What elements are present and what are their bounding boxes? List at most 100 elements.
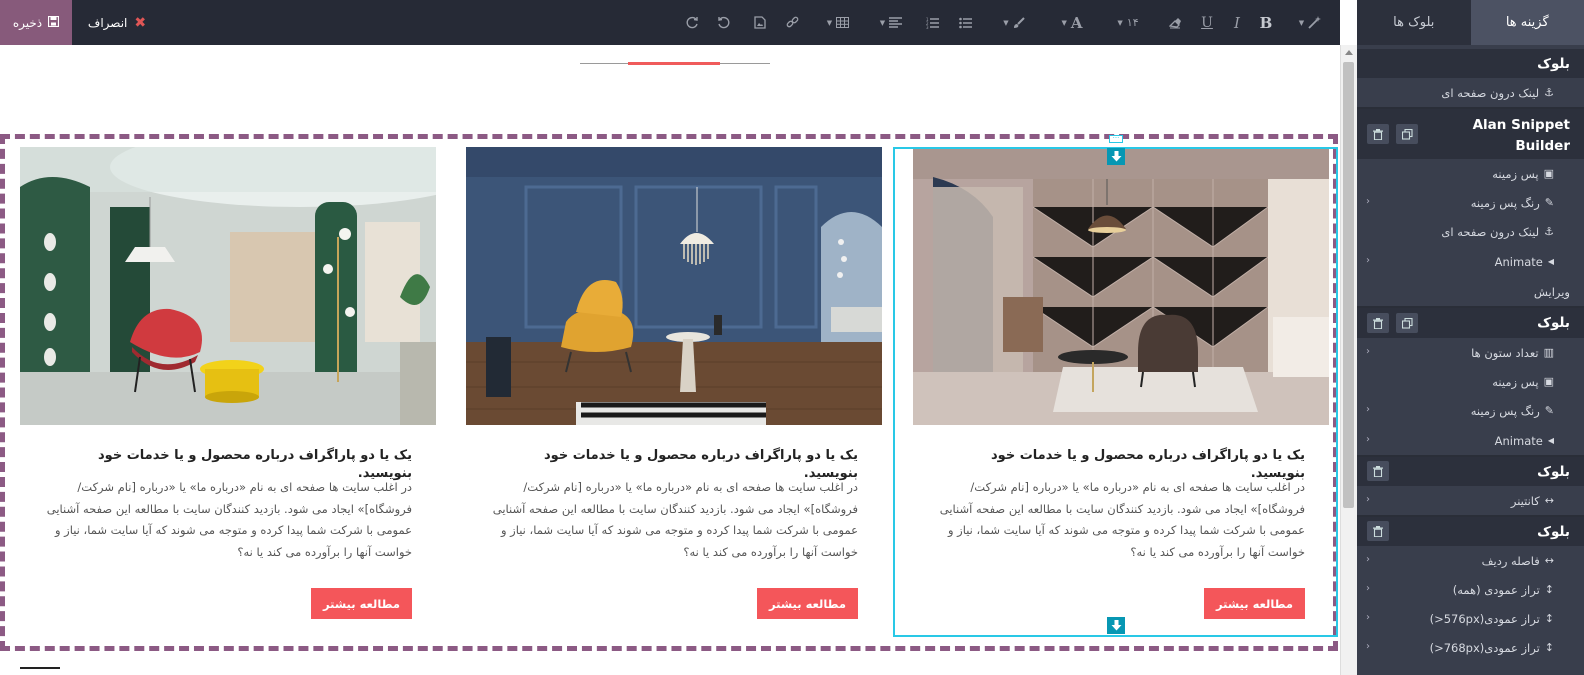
option-animate[interactable]: ◀ Animate ‹ [1357,247,1584,276]
option-valign-768[interactable]: ↕ تراز عمودی(768px<) ‹ [1357,633,1584,662]
clone-icon [1401,125,1413,144]
close-icon: ✖ [134,14,147,31]
image-icon: ▣ [1543,167,1554,180]
move-handle[interactable]: ··· [1109,135,1123,143]
chevron-left-icon: ‹ [1366,612,1370,623]
delete-button[interactable] [1367,124,1389,144]
animate-icon: ◀ [1547,436,1554,445]
option-background-color[interactable]: ✎ رنگ پس زمینه ‹ [1357,396,1584,425]
eraser-icon[interactable] [1165,0,1185,45]
magic-wand-icon[interactable]: ▼ [1292,0,1328,45]
eyedropper-icon: ✎ [1544,196,1554,209]
option-edit[interactable]: ویرایش [1357,277,1584,306]
section-divider-accent [628,62,720,65]
option-label: تراز عمودی(768px<) [1429,640,1540,655]
section-title: Alan Snippet Builder [1472,117,1570,154]
scroll-up-arrow-icon[interactable] [1345,50,1353,55]
card-1[interactable]: یک یا دو پاراگراف درباره محصول و یا خدما… [20,147,436,637]
paint-brush-icon[interactable]: ▼ [998,0,1030,45]
delete-button[interactable] [1367,461,1389,481]
option-anchor[interactable]: ⚓ لینک درون صفحه ای [1357,217,1584,246]
section-header-alan-snippet: Alan Snippet Builder [1357,109,1584,163]
chevron-left-icon: ‹ [1366,583,1370,594]
sidebar-tabs: گزینه ها بلوک ها [1357,0,1584,45]
section-header-block: بلوک [1357,49,1584,78]
option-background-color[interactable]: ✎ رنگ پس زمینه ‹ [1357,188,1584,217]
option-label: ویرایش [1533,284,1570,299]
discard-button[interactable]: ✖ انصراف [72,0,162,45]
anchor-icon: ⚓ [1544,86,1554,99]
chevron-left-icon: ‹ [1366,434,1370,445]
tab-options[interactable]: گزینه ها [1470,0,1584,45]
undo-icon[interactable] [713,0,733,45]
arrows-horizontal-icon: ↔ [1544,494,1554,507]
align-icon[interactable]: ▼ [875,0,907,45]
read-more-button[interactable]: مطالعه بیشتر [311,588,412,619]
card-2[interactable]: یک یا دو پاراگراف درباره محصول و یا خدما… [466,147,882,637]
options-sidebar: گزینه ها بلوک ها بلوک ⚓ لینک درون صفحه ا… [1357,0,1584,675]
animate-icon: ◀ [1547,257,1554,266]
option-label: فاصله ردیف [1481,553,1540,568]
clone-button[interactable] [1396,124,1418,144]
svg-text:3: 3 [926,25,929,29]
font-color-icon[interactable]: ▼ A [1055,0,1089,45]
option-label: لینک درون صفحه ای [1441,85,1540,100]
option-label: تراز عمودی(576px<) [1429,611,1540,626]
trash-icon [1373,125,1383,144]
arrows-horizontal-icon: ↔ [1544,554,1554,567]
image-icon[interactable] [750,0,770,45]
resize-handle-top[interactable] [1107,148,1125,165]
option-row-gap[interactable]: ↔ فاصله ردیف ‹ [1357,546,1584,575]
option-valign-576[interactable]: ↕ تراز عمودی(576px<) ‹ [1357,604,1584,633]
read-more-button[interactable]: مطالعه بیشتر [757,588,858,619]
trash-icon [1373,314,1383,333]
clone-button[interactable] [1396,313,1418,333]
underline-icon[interactable]: U [1197,0,1217,45]
option-label: رنگ پس زمینه [1470,195,1540,210]
unordered-list-icon[interactable] [955,0,975,45]
trash-icon [1373,462,1383,481]
bold-icon[interactable]: B [1255,0,1277,45]
option-animate[interactable]: ◀ Animate ‹ [1357,426,1584,455]
chevron-left-icon: ‹ [1366,554,1370,565]
trash-icon [1373,522,1383,541]
chevron-left-icon: ‹ [1366,255,1370,266]
redo-icon[interactable] [682,0,702,45]
option-label: پس زمینه [1492,374,1539,389]
tab-blocks[interactable]: بلوک ها [1357,0,1471,45]
italic-icon[interactable]: I [1227,0,1247,45]
font-size-dropdown[interactable]: ▼ ۱۴ [1112,0,1144,45]
arrow-down-icon [1111,616,1122,635]
section-header-block: بلوک [1357,457,1584,486]
resize-handle-bottom[interactable] [1107,617,1125,634]
card-description: در اغلب سایت ها صفحه ای به نام «درباره م… [492,480,858,559]
discard-label: انصراف [87,15,128,30]
selected-column-outline [893,147,1338,637]
save-label: ذخیره [12,15,43,30]
option-background[interactable]: ▣ پس زمینه [1357,367,1584,396]
option-background[interactable]: ▣ پس زمینه [1357,159,1584,188]
option-columns[interactable]: ▥ تعداد ستون ها ‹ [1357,338,1584,367]
link-icon[interactable] [782,0,802,45]
next-section-edge [20,667,60,669]
delete-button[interactable] [1367,313,1389,333]
option-label: تعداد ستون ها [1471,345,1539,360]
table-icon[interactable]: ▼ [822,0,854,45]
image-icon: ▣ [1543,375,1554,388]
option-container[interactable]: ↔ کانتینر ‹ [1357,486,1584,515]
ordered-list-icon[interactable]: 123 [922,0,942,45]
chevron-left-icon: ‹ [1366,346,1370,357]
eyedropper-icon: ✎ [1544,404,1554,417]
option-label: پس زمینه [1492,166,1539,181]
save-button[interactable]: ذخیره [0,0,72,45]
card-1-image[interactable] [20,147,436,425]
editor-toolbar: ذخیره ✖ انصراف ▼ ▼ 123 ▼ ▼ A ▼ ۱۴ U I B … [0,0,1340,45]
option-valign-all[interactable]: ↕ تراز عمودی (همه) ‹ [1357,575,1584,604]
chevron-left-icon: ‹ [1366,196,1370,207]
scrollbar-thumb[interactable] [1343,62,1354,508]
delete-button[interactable] [1367,521,1389,541]
option-anchor[interactable]: ⚓ لینک درون صفحه ای [1357,78,1584,107]
section-header-block: بلوک [1357,517,1584,546]
arrow-down-icon [1111,147,1122,166]
card-2-image[interactable] [466,147,882,425]
